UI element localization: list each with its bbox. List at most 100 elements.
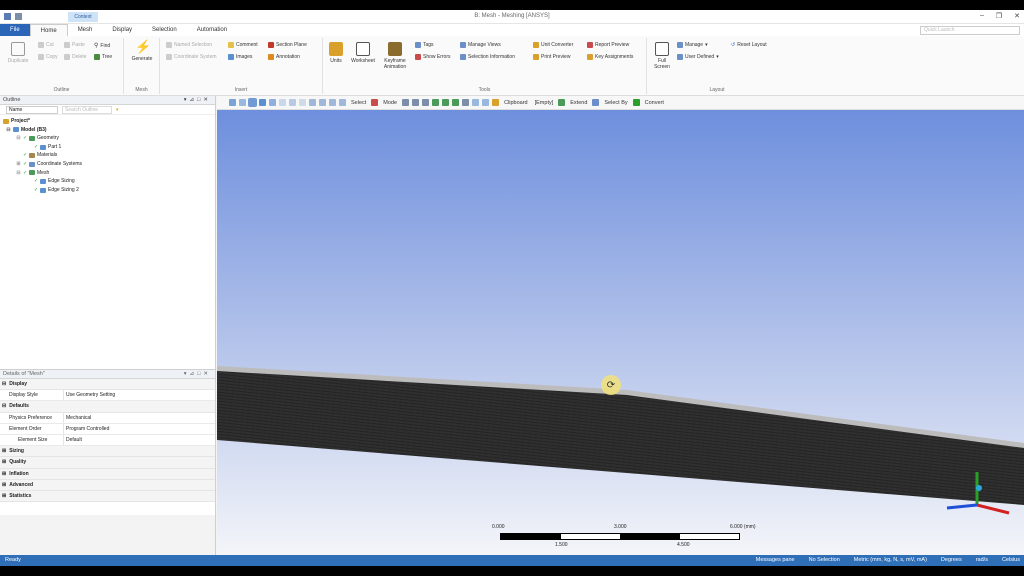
zoom-box-icon[interactable] bbox=[239, 99, 246, 106]
tree-node-edge-sizing-2[interactable]: ✓ Edge Sizing 2 bbox=[0, 186, 215, 195]
zoom-all-icon[interactable] bbox=[339, 99, 346, 106]
close-icon[interactable]: ✕ bbox=[1014, 12, 1020, 20]
select-label[interactable]: Select bbox=[349, 100, 368, 106]
tree-node-materials[interactable]: ✓ Materials bbox=[0, 151, 215, 160]
view-cube-icon[interactable] bbox=[259, 99, 266, 106]
details-section-advanced[interactable]: ⊞ Advanced bbox=[0, 479, 215, 491]
delete-button[interactable]: Delete bbox=[64, 54, 86, 60]
element-select-icon[interactable] bbox=[452, 99, 460, 106]
graphics-viewport[interactable]: ⟳ 0.000 3.000 6.000 (mm) 1.500 4.500 bbox=[217, 110, 1024, 555]
zoom-fit-icon[interactable] bbox=[229, 99, 236, 106]
units-button[interactable]: Units bbox=[325, 42, 347, 64]
edge-select-icon[interactable] bbox=[412, 99, 420, 106]
property-value[interactable]: Use Geometry Setting bbox=[64, 390, 215, 400]
name-filter-select[interactable]: Name bbox=[6, 105, 58, 114]
details-row-element-size[interactable]: Element Size Default bbox=[0, 434, 215, 447]
details-section-defaults[interactable]: ⊟ Defaults bbox=[0, 401, 215, 413]
details-section-display[interactable]: ⊟ Display bbox=[0, 379, 215, 391]
print-preview-button[interactable]: Print Preview bbox=[533, 54, 570, 60]
section-plane-button[interactable]: Section Plane bbox=[268, 42, 307, 48]
tab-mesh[interactable]: Mesh bbox=[68, 24, 103, 36]
zoom-out-icon[interactable] bbox=[329, 99, 336, 106]
clipboard-dropdown[interactable]: Clipboard bbox=[502, 100, 530, 106]
expand-icon[interactable]: ⊞ bbox=[16, 160, 21, 169]
tree-node-model[interactable]: ⊟ Model (B3) bbox=[0, 126, 215, 135]
face-select-icon[interactable] bbox=[422, 99, 430, 106]
user-defined-button[interactable]: User Defined ▾ bbox=[677, 54, 719, 60]
tree-node-edge-sizing[interactable]: ✓ Edge Sizing bbox=[0, 177, 215, 186]
details-section-statistics[interactable]: ⊞ Statistics bbox=[0, 490, 215, 503]
details-section-quality[interactable]: ⊞ Quality bbox=[0, 457, 215, 469]
outline-search-input[interactable]: Search Outline bbox=[62, 105, 112, 114]
vertex-select-icon[interactable] bbox=[402, 99, 410, 106]
tree-node-mesh[interactable]: ⊟ ✓ Mesh bbox=[0, 169, 215, 178]
comment-button[interactable]: Comment bbox=[228, 42, 258, 48]
select-by-icon[interactable] bbox=[592, 99, 600, 106]
details-section-sizing[interactable]: ⊞ Sizing bbox=[0, 446, 215, 458]
tree-button[interactable]: Tree bbox=[94, 54, 112, 60]
reset-layout-button[interactable]: ↺ Reset Layout bbox=[731, 42, 767, 48]
tree-node-project[interactable]: Project* bbox=[0, 117, 215, 126]
named-selection-button[interactable]: Named Selection bbox=[166, 42, 212, 48]
coordinate-system-button[interactable]: Coordinate System bbox=[166, 54, 217, 60]
generate-button[interactable]: ⚡ Generate bbox=[127, 40, 157, 63]
temperature-unit[interactable]: Celsius bbox=[1002, 555, 1020, 566]
tags-button[interactable]: Tags bbox=[415, 42, 434, 48]
messages-pane-toggle[interactable]: Messages pane bbox=[756, 555, 795, 566]
copy-button[interactable]: Copy bbox=[38, 54, 58, 60]
tab-display[interactable]: Display bbox=[102, 24, 142, 36]
view-top-icon[interactable] bbox=[279, 99, 286, 106]
tree-node-geometry[interactable]: ⊟ ✓ Geometry bbox=[0, 134, 215, 143]
filter-icon[interactable]: ▾ bbox=[116, 107, 119, 113]
property-value[interactable]: Default bbox=[64, 435, 215, 445]
view-iso-icon[interactable] bbox=[248, 98, 257, 107]
collapse-icon[interactable]: ⊟ bbox=[16, 134, 21, 143]
select-all-icon[interactable] bbox=[482, 99, 490, 106]
zoom-in-icon[interactable] bbox=[319, 99, 326, 106]
tab-selection[interactable]: Selection bbox=[142, 24, 187, 36]
keyframe-animation-button[interactable]: Keyframe Animation bbox=[379, 42, 411, 70]
collapse-icon[interactable]: ⊟ bbox=[6, 126, 11, 135]
convert-icon[interactable] bbox=[632, 99, 640, 106]
details-row-display-style[interactable]: Display Style Use Geometry Setting bbox=[0, 390, 215, 402]
zoom-icon[interactable] bbox=[309, 99, 316, 106]
panel-controls[interactable]: ▾⊿□✕ bbox=[184, 370, 211, 379]
paste-button[interactable]: Paste bbox=[64, 42, 85, 48]
find-button[interactable]: ⚲ Find bbox=[94, 42, 110, 50]
mode-dropdown[interactable]: Mode bbox=[381, 100, 399, 106]
body-select-icon[interactable] bbox=[432, 99, 440, 106]
view-front-icon[interactable] bbox=[269, 99, 276, 106]
angle-unit[interactable]: Degrees bbox=[941, 555, 962, 566]
meshed-plate[interactable] bbox=[217, 368, 1024, 505]
collapse-icon[interactable]: ⊟ bbox=[16, 169, 21, 178]
manage-button[interactable]: Manage ▾ bbox=[677, 42, 708, 48]
key-assignments-button[interactable]: Key Assignments bbox=[587, 54, 633, 60]
tab-home[interactable]: Home bbox=[29, 24, 68, 36]
rotate-icon[interactable] bbox=[289, 99, 296, 106]
extend-icon[interactable] bbox=[558, 99, 566, 106]
tree-node-coordinate-systems[interactable]: ⊞ ✓ Coordinate Systems bbox=[0, 160, 215, 169]
unit-system-dropdown[interactable]: Metric (mm, kg, N, s, mV, mA) bbox=[854, 555, 927, 566]
minimize-icon[interactable]: – bbox=[980, 12, 984, 20]
element-face-icon[interactable] bbox=[462, 99, 470, 106]
full-screen-button[interactable]: Full Screen bbox=[650, 42, 674, 70]
tab-automation[interactable]: Automation bbox=[187, 24, 237, 36]
cut-button[interactable]: Cut bbox=[38, 42, 54, 48]
rate-unit[interactable]: rad/s bbox=[976, 555, 988, 566]
quick-launch-input[interactable]: Quick Launch bbox=[920, 26, 1020, 35]
unit-converter-button[interactable]: Unit Converter bbox=[533, 42, 573, 48]
property-value[interactable]: Program Controlled bbox=[64, 424, 215, 434]
tab-file[interactable]: File bbox=[0, 24, 30, 36]
node-select-icon[interactable] bbox=[442, 99, 450, 106]
selection-information-button[interactable]: Selection Information bbox=[460, 54, 515, 60]
show-errors-button[interactable]: Show Errors bbox=[415, 54, 451, 60]
select-by-dropdown[interactable]: Select By bbox=[602, 100, 629, 106]
report-preview-button[interactable]: Report Preview bbox=[587, 42, 629, 48]
annotation-button[interactable]: Annotation bbox=[268, 54, 300, 60]
property-value[interactable]: Mechanical bbox=[64, 413, 215, 423]
manage-views-button[interactable]: Manage Views bbox=[460, 42, 501, 48]
tree-node-part[interactable]: ✓ Part 1 bbox=[0, 143, 215, 152]
clipboard-icon[interactable] bbox=[492, 99, 500, 106]
details-section-inflation[interactable]: ⊞ Inflation bbox=[0, 468, 215, 480]
panel-controls[interactable]: ▾⊿□✕ bbox=[184, 96, 211, 105]
